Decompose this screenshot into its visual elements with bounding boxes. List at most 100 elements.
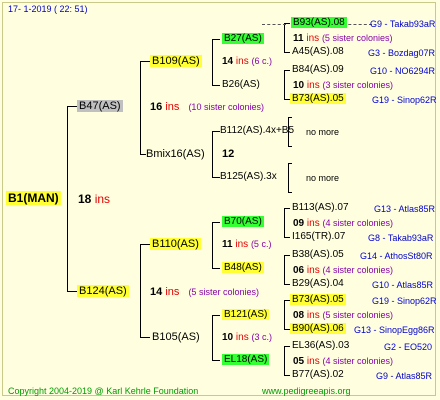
g2-b109-year: 14 — [222, 56, 234, 67]
g1-node-b47[interactable]: B47(AS) — [77, 99, 123, 113]
root-year: 18 — [78, 192, 92, 206]
g3-node-b27[interactable]: B27(AS) — [222, 33, 264, 45]
root-queen[interactable]: B1(MAN) — [6, 191, 61, 206]
g4-3-top-name: B38(AS).05 — [292, 249, 344, 260]
g4-2-year: 09 — [293, 218, 305, 229]
g4-parent[interactable]: B38(AS).05 — [292, 249, 344, 261]
g4-parent[interactable]: B113(AS).07 — [292, 202, 349, 214]
date-header: 17- 1-2019 ( 22: 51) — [8, 4, 88, 14]
root-year-info: 18 ins — [78, 192, 110, 207]
g2-node-b109[interactable]: B109(AS) — [150, 54, 202, 68]
g4-parent[interactable]: I165(TR).07 — [292, 231, 345, 243]
g4-parent[interactable]: B93(AS).08 — [291, 17, 347, 29]
g4-5-year: 05 — [293, 356, 305, 367]
connector — [284, 346, 285, 376]
connector — [212, 268, 220, 269]
g2-b105-year: 10 — [222, 332, 234, 343]
g2-b110-sisters: (5 c.) — [250, 239, 272, 249]
g4-1-bottom-code: G19 - Sinop62R — [372, 95, 437, 105]
g3-b121-name: B121(AS) — [222, 309, 270, 320]
g4-parent[interactable]: B73(AS).05 — [290, 93, 346, 105]
connector — [288, 163, 289, 193]
connector — [284, 70, 290, 71]
connector — [212, 131, 220, 132]
connector — [212, 39, 220, 40]
g4-1-top-name: B84(AS).09 — [292, 64, 344, 75]
g2-b109-info: 14 ins (6 c.) — [222, 55, 272, 68]
g4-parent[interactable]: EL36(AS).03 — [292, 340, 349, 352]
g1-b124-ins: ins — [165, 286, 180, 298]
connector — [284, 300, 285, 330]
g4-3-ins: ins — [306, 265, 320, 276]
g2-node-bmix16[interactable]: Bmix16(AS) — [146, 147, 205, 161]
g4-4-year: 08 — [293, 310, 305, 321]
g4-parent[interactable]: B29(AS).04 — [292, 278, 344, 290]
g4-1-bottom-name: B73(AS).05 — [290, 93, 346, 104]
connector — [140, 337, 150, 338]
g1-b124-sisters: (5 sister colonies) — [188, 287, 259, 297]
g3-b26-name: B26(AS) — [222, 79, 260, 90]
g4-3-bottom-code: G10 - Atlas85R — [372, 280, 434, 290]
connector — [288, 163, 292, 164]
g4-parent[interactable]: B77(AS).02 — [292, 369, 344, 381]
g1-node-b124[interactable]: B124(AS) — [77, 284, 129, 298]
connector — [284, 346, 290, 347]
g4-5-bottom-code: G9 - Atlas85R — [376, 371, 433, 381]
g4-1-top-code: G10 - NO6294R — [370, 66, 436, 76]
connector — [140, 61, 150, 62]
g2-node-b110[interactable]: B110(AS) — [150, 237, 201, 251]
g3-node-b48[interactable]: B48(AS) — [222, 262, 264, 274]
g1-b124-year: 14 — [150, 286, 163, 298]
g4-2-info: 09 ins (4 sister colonies) — [293, 217, 393, 230]
g4-5-top-name: EL36(AS).03 — [292, 340, 350, 351]
g3-node-b125[interactable]: B125(AS).3x — [220, 171, 277, 183]
website-link[interactable]: www.pedigreeapis.org — [262, 385, 351, 397]
g4-parent[interactable]: B90(AS).06 — [290, 323, 346, 335]
connector — [284, 23, 285, 53]
g3-node-b26[interactable]: B26(AS) — [222, 79, 260, 91]
connector — [67, 106, 68, 292]
connector — [284, 208, 285, 238]
connector — [284, 70, 285, 100]
g2-node-b105[interactable]: B105(AS) — [152, 330, 200, 344]
g2-b110-info: 11 ins (5 c.) — [222, 238, 271, 251]
g2-b105-sisters: (3 c.) — [251, 332, 272, 342]
connector — [67, 106, 77, 107]
connector — [288, 146, 292, 147]
g4-parent[interactable]: B84(AS).09 — [292, 64, 344, 76]
connector — [284, 237, 290, 238]
g4-0-ins: ins — [306, 33, 320, 44]
g3-node-el18[interactable]: EL18(AS) — [222, 354, 270, 366]
g3-b112-note: no more — [306, 127, 340, 137]
g2-b105-name: B105(AS) — [152, 331, 200, 343]
root-ins: ins — [94, 192, 111, 206]
g1-b47-name: B47(AS) — [77, 100, 123, 112]
connector — [212, 222, 213, 269]
g4-parent[interactable]: A45(AS).08 — [292, 46, 344, 58]
g4-2-bottom-code: G8 - Takab93aR — [368, 233, 434, 243]
connector — [284, 375, 290, 376]
g2-bmix16-info: 12 — [222, 147, 234, 161]
g1-b47-sisters: (10 sister colonies) — [188, 102, 264, 112]
connector — [212, 315, 220, 316]
g4-parent[interactable]: B73(AS).05 — [290, 294, 346, 306]
connector — [284, 255, 290, 256]
g2-b105-info: 10 ins (3 c.) — [222, 331, 272, 344]
g1-b47-info: 16 ins (10 sister colonies) — [150, 100, 264, 114]
g3-node-b112[interactable]: B112(AS).4x+B5 — [220, 125, 294, 137]
connector — [284, 208, 290, 209]
g3-node-b121[interactable]: B121(AS) — [222, 309, 270, 321]
pedigree-chart: 17- 1-2019 ( 22: 51) Copyright 2004-2019… — [0, 0, 440, 400]
g4-0-top-code: G9 - Takab93aR — [370, 19, 436, 29]
g4-4-ins: ins — [306, 310, 320, 321]
g2-b110-year: 11 — [222, 239, 233, 250]
g2-b110-ins: ins — [235, 239, 249, 250]
g4-1-year: 10 — [293, 80, 305, 91]
g4-3-top-code: G14 - AthosSt80R — [360, 251, 433, 261]
g4-2-bottom-name: I165(TR).07 — [292, 231, 346, 242]
g3-node-b70[interactable]: B70(AS) — [222, 216, 264, 228]
copyright-text: Copyright 2004-2019 @ Karl Kehrle Founda… — [8, 386, 199, 396]
g4-3-year: 06 — [293, 265, 305, 276]
connector — [284, 284, 290, 285]
connector — [212, 131, 213, 177]
